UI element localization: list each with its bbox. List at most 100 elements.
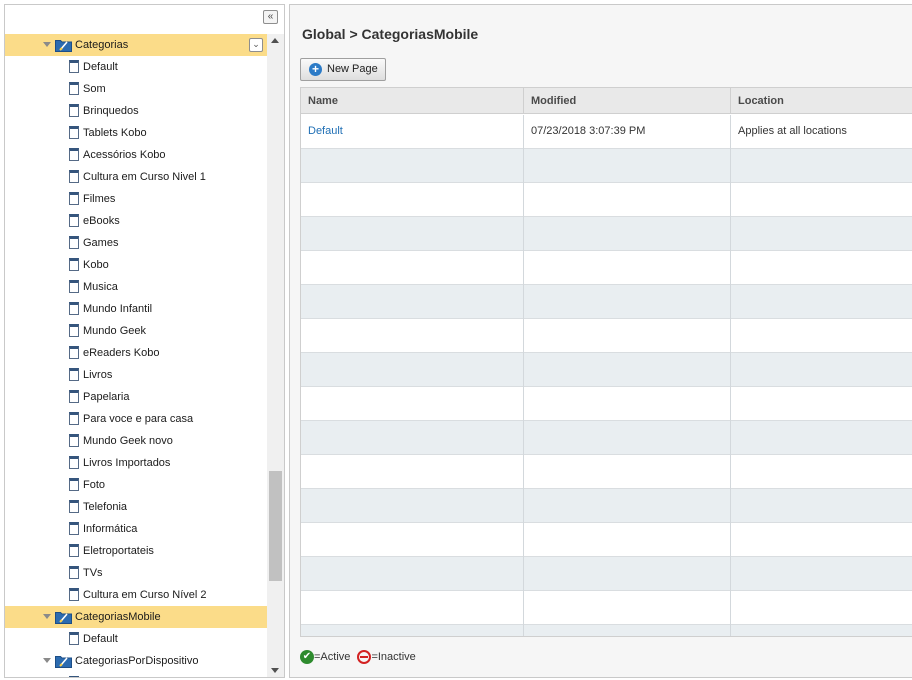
tree-panel: « Categorias ⌄ Default Som Brinquedos Tablets… <box>4 4 285 678</box>
tree-page-item[interactable]: eBooks <box>5 210 267 232</box>
tree-page-item[interactable]: Musica <box>5 276 267 298</box>
tree-item-label: CategoriasMobile <box>75 611 161 623</box>
tree-page-item[interactable]: Mundo Geek <box>5 320 267 342</box>
cell-name <box>301 523 524 557</box>
tree-page-item[interactable]: Games <box>5 232 267 254</box>
table-row <box>301 591 912 625</box>
tree-folder-item[interactable]: Categorias ⌄ <box>5 34 267 56</box>
tree-item-label: Eletroportateis <box>83 545 154 557</box>
scroll-down-arrow-icon[interactable] <box>271 668 279 673</box>
table-row <box>301 489 912 523</box>
tree-page-item[interactable]: Acessórios Kobo <box>5 144 267 166</box>
tree-item-label: Default <box>83 633 118 645</box>
tree-page-item[interactable]: Papelaria <box>5 386 267 408</box>
checkmark-icon: ✔ <box>300 650 314 664</box>
new-page-button[interactable]: + New Page <box>300 58 386 81</box>
tree-page-item[interactable]: Mundo Infantil <box>5 298 267 320</box>
table-row <box>301 251 912 285</box>
tree-page-item[interactable]: Para voce e para casa <box>5 408 267 430</box>
scroll-up-arrow-icon[interactable] <box>271 38 279 43</box>
cell-name <box>301 625 524 636</box>
page-icon <box>69 412 79 425</box>
tree-scrollbar[interactable] <box>267 34 284 677</box>
tree-page-item[interactable]: Telefonia <box>5 496 267 518</box>
page-icon <box>69 126 79 139</box>
cell-location <box>731 523 912 557</box>
tree-item-label: Cultura em Curso Nível 2 <box>83 589 207 601</box>
table-header: Name Modified Location <box>301 88 912 114</box>
column-header-name[interactable]: Name <box>301 88 524 114</box>
expand-arrow-icon[interactable] <box>43 658 51 663</box>
table-row <box>301 149 912 183</box>
tree-page-item[interactable]: Livros Importados <box>5 452 267 474</box>
tree-item-label: Musica <box>83 281 118 293</box>
table-row <box>301 421 912 455</box>
cell-modified <box>524 149 731 183</box>
cell-name <box>301 217 524 251</box>
expand-arrow-icon[interactable] <box>43 614 51 619</box>
tree-page-item[interactable]: Som <box>5 78 267 100</box>
cell-modified <box>524 455 731 489</box>
tree-folder-item[interactable]: CategoriasMobile <box>5 606 267 628</box>
tree-item-label: Cultura em Curso Nivel 1 <box>83 171 206 183</box>
tree-item-label: Games <box>83 237 119 249</box>
folder-icon <box>55 610 72 624</box>
scrollbar-thumb[interactable] <box>269 471 282 581</box>
table-row <box>301 319 912 353</box>
table-row <box>301 183 912 217</box>
cell-location <box>731 455 912 489</box>
new-page-label: New Page <box>327 63 378 75</box>
page-icon <box>69 522 79 535</box>
legend-inactive: =Inactive <box>353 649 416 665</box>
cell-location <box>731 353 912 387</box>
folder-options-button[interactable]: ⌄ <box>249 38 263 52</box>
tree-page-item[interactable]: TVs <box>5 562 267 584</box>
cell-modified <box>524 387 731 421</box>
tree-page-item[interactable]: Eletroportateis <box>5 540 267 562</box>
tree-page-item[interactable]: Default <box>5 56 267 78</box>
cell-location <box>731 489 912 523</box>
table-row[interactable]: Default 07/23/2018 3:07:39 PM Applies at a… <box>301 115 912 149</box>
page-icon <box>69 192 79 205</box>
tree-page-item[interactable]: Tablets Kobo <box>5 122 267 144</box>
column-header-modified[interactable]: Modified <box>524 88 731 114</box>
cell-name <box>301 557 524 591</box>
page-icon <box>69 104 79 117</box>
cell-modified <box>524 625 731 636</box>
page-icon <box>69 566 79 579</box>
table-row <box>301 455 912 489</box>
column-header-location[interactable]: Location <box>731 88 912 114</box>
tree-page-item[interactable]: Cultura em Curso Nivel 1 <box>5 166 267 188</box>
page-icon <box>69 324 79 337</box>
tree-folder-item[interactable]: CategoriasPorDispositivo <box>5 650 267 672</box>
page-icon <box>69 170 79 183</box>
tree-page-item[interactable]: Mundo Geek novo <box>5 430 267 452</box>
table-row <box>301 387 912 421</box>
tree-page-item[interactable]: Brinquedos <box>5 100 267 122</box>
category-tree: Categorias ⌄ Default Som Brinquedos Tablets K… <box>5 34 267 677</box>
table-row <box>301 557 912 591</box>
tree-page-item[interactable]: Informática <box>5 518 267 540</box>
cell-location <box>731 149 912 183</box>
tree-item-label: eReaders Kobo <box>83 347 160 359</box>
tree-page-item[interactable] <box>5 672 267 677</box>
tree-item-label: Mundo Infantil <box>83 303 153 315</box>
tree-page-item[interactable]: Foto <box>5 474 267 496</box>
tree-page-item[interactable]: Livros <box>5 364 267 386</box>
tree-page-item[interactable]: Filmes <box>5 188 267 210</box>
cell-modified <box>524 285 731 319</box>
page-icon <box>69 258 79 271</box>
tree-page-item[interactable]: Cultura em Curso Nível 2 <box>5 584 267 606</box>
cell-name <box>301 591 524 625</box>
collapse-panel-button[interactable]: « <box>263 10 278 24</box>
cell-name[interactable]: Default <box>301 115 524 149</box>
expand-arrow-icon[interactable] <box>43 42 51 47</box>
tree-item-label: Categorias <box>75 39 129 51</box>
cell-location: Applies at all locations <box>738 125 847 137</box>
page-icon <box>69 280 79 293</box>
cell-location <box>731 591 912 625</box>
tree-page-item[interactable]: Default <box>5 628 267 650</box>
cell-location <box>731 285 912 319</box>
tree-page-item[interactable]: Kobo <box>5 254 267 276</box>
tree-page-item[interactable]: eReaders Kobo <box>5 342 267 364</box>
